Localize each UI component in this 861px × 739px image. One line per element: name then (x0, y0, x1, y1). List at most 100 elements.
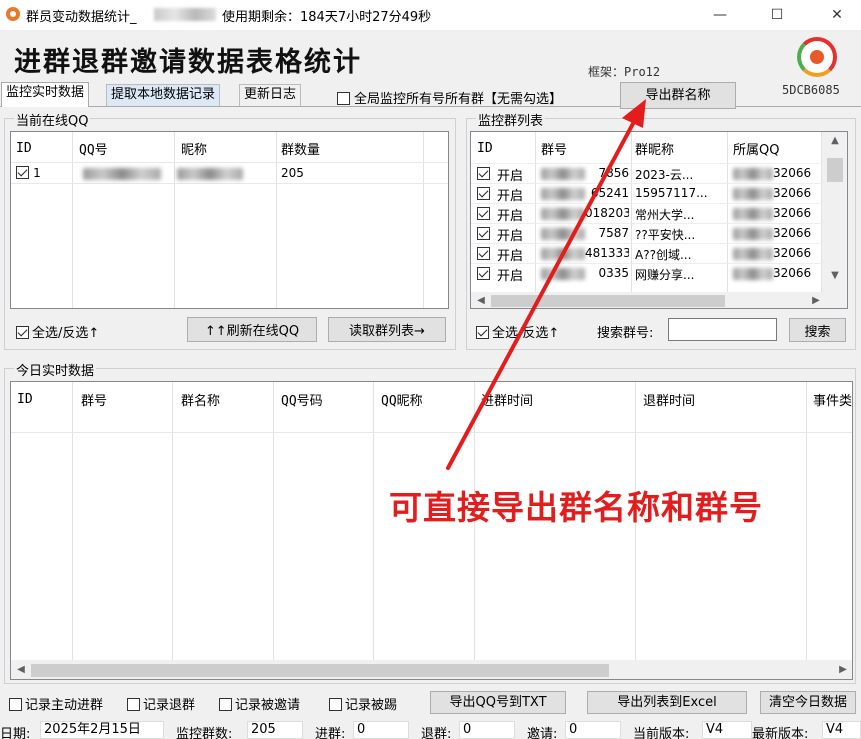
col-group-number[interactable]: 群号 (541, 139, 567, 158)
monitor-select-all[interactable]: 全选/反选↑ (476, 322, 559, 341)
table-row[interactable]: 开启 7856 2023-云... 32066 (471, 163, 822, 184)
tab-realtime-data[interactable]: 监控实时数据 (1, 82, 90, 107)
scroll-down-icon[interactable]: ▼ (824, 270, 846, 281)
checkbox-icon[interactable] (127, 698, 140, 711)
row-owner-qq: 32066 (773, 186, 812, 200)
col-group-number[interactable]: 群号 (81, 390, 107, 409)
row-group-nickname: 15957117... (635, 186, 708, 200)
read-group-list-button[interactable]: 读取群列表→ (328, 317, 446, 342)
table-row[interactable]: 开启 7587 ??平安快... 32066 (471, 223, 822, 244)
col-group-count[interactable]: 群数量 (281, 139, 320, 158)
row-checkbox[interactable] (16, 166, 29, 179)
scroll-up-icon[interactable]: ▲ (824, 135, 846, 146)
row-owner-qq: 32066 (773, 226, 812, 240)
col-group-nickname[interactable]: 群昵称 (635, 139, 674, 158)
redacted-group-number (541, 168, 585, 180)
leave-count-value: 0 (459, 721, 515, 739)
search-button[interactable]: 搜索 (789, 318, 846, 342)
row-status: 开启 (497, 249, 524, 264)
col-leave-time[interactable]: 退群时间 (643, 390, 695, 409)
col-id[interactable]: ID (16, 141, 32, 156)
scroll-right-icon[interactable]: ▶ (837, 664, 849, 675)
redacted-title-part (154, 8, 216, 21)
scroll-thumb[interactable] (827, 158, 843, 182)
annotation-text: 可直接导出群名称和群号 (389, 488, 763, 527)
checkbox-icon[interactable] (9, 698, 22, 711)
col-id[interactable]: ID (477, 141, 493, 156)
clear-today-button[interactable]: 清空今日数据 (760, 691, 856, 714)
row-status: 开启 (497, 169, 524, 184)
minimize-button[interactable]: — (697, 0, 743, 30)
option-record-leave[interactable]: 记录退群 (127, 694, 195, 713)
scroll-right-icon[interactable]: ▶ (809, 295, 823, 306)
scroll-thumb[interactable] (31, 664, 609, 677)
tab-local-records[interactable]: 提取本地数据记录 (106, 84, 221, 106)
checkbox-icon[interactable] (337, 92, 350, 105)
row-checkbox[interactable] (477, 227, 490, 240)
export-group-names-button[interactable]: 导出群名称 (620, 82, 736, 109)
scroll-left-icon[interactable]: ◀ (474, 295, 488, 306)
latest-version-value: V4 (822, 721, 861, 739)
invite-count-label: 邀请: (527, 727, 558, 739)
remaining-time: 使用期剩余：184天7小时27分49秒 (222, 10, 432, 25)
option-record-kicked[interactable]: 记录被踢 (329, 694, 397, 713)
table-row[interactable]: 开启 0182035 常州大学... 32066 (471, 203, 822, 224)
row-checkbox[interactable] (477, 267, 490, 280)
row-group-number: 7856 (598, 166, 629, 180)
online-select-all[interactable]: 全选/反选↑ (16, 322, 99, 341)
refresh-online-qq-button[interactable]: ↑↑刷新在线QQ (187, 317, 317, 342)
checkbox-icon[interactable] (476, 326, 489, 339)
export-qq-txt-button[interactable]: 导出QQ号到TXT (430, 691, 566, 714)
logo (797, 37, 837, 77)
scroll-left-icon[interactable]: ◀ (15, 664, 27, 675)
close-button[interactable]: ✕ (814, 0, 860, 30)
col-qq-number[interactable]: QQ号码 (281, 390, 323, 409)
redacted-owner-qq (733, 248, 773, 260)
col-join-time[interactable]: 进群时间 (481, 390, 533, 409)
monitor-count-value: 205 (247, 721, 303, 739)
col-owner-qq[interactable]: 所属QQ (733, 139, 779, 158)
row-status: 开启 (497, 209, 524, 224)
row-checkbox[interactable] (477, 207, 490, 220)
checkbox-icon[interactable] (16, 326, 29, 339)
col-group-name[interactable]: 群名称 (181, 390, 220, 409)
option-record-active-join[interactable]: 记录主动进群 (9, 694, 103, 713)
redacted-owner-qq (733, 268, 773, 280)
redacted-nickname (177, 168, 243, 180)
monitor-group-table[interactable]: ID 群号 群昵称 所属QQ 开启 7856 2023-云... 32066 开启 652… (470, 131, 848, 309)
col-qq-nickname[interactable]: QQ昵称 (381, 390, 423, 409)
tab-update-log[interactable]: 更新日志 (239, 84, 302, 106)
checkbox-icon[interactable] (219, 698, 232, 711)
row-checkbox[interactable] (477, 167, 490, 180)
redacted-owner-qq (733, 168, 773, 180)
search-label: 搜索群号: (597, 326, 654, 341)
row-checkbox[interactable] (477, 187, 490, 200)
option-record-invited[interactable]: 记录被邀请 (219, 694, 300, 713)
checkbox-icon[interactable] (329, 698, 342, 711)
row-id: 1 (33, 166, 41, 180)
redacted-group-number (541, 188, 585, 200)
row-group-nickname: 网赚分享... (635, 268, 695, 282)
table-row[interactable]: 开启 65241 15957117... 32066 (471, 183, 822, 204)
export-excel-button[interactable]: 导出列表到Excel (587, 691, 747, 714)
today-data-table[interactable]: ID 群号 群名称 QQ号码 QQ昵称 进群时间 退群时间 事件类 ◀ ▶ (10, 381, 853, 680)
scroll-thumb[interactable] (491, 295, 725, 307)
col-event-type[interactable]: 事件类 (813, 390, 852, 409)
maximize-button[interactable]: ☐ (754, 0, 800, 30)
online-qq-table[interactable]: ID QQ号 昵称 群数量 1 205 (10, 131, 449, 309)
row-checkbox[interactable] (477, 247, 490, 260)
vertical-scrollbar[interactable] (822, 132, 847, 292)
redacted-owner-qq (733, 208, 773, 220)
col-nickname[interactable]: 昵称 (181, 139, 207, 158)
row-group-nickname: 2023-云... (635, 168, 694, 182)
table-row[interactable]: 1 (16, 166, 41, 181)
global-monitor-checkbox[interactable]: 全局监控所有号所有群【无需勾选】 (337, 88, 562, 107)
table-row[interactable]: 开启 0335 网赚分享... 32066 (471, 263, 822, 284)
row-owner-qq: 32066 (773, 246, 812, 260)
redacted-qq (83, 168, 161, 180)
table-row[interactable]: 开启 481333 A??创域... 32066 (471, 243, 822, 264)
col-id[interactable]: ID (17, 392, 33, 407)
search-input[interactable] (668, 318, 777, 341)
col-qq[interactable]: QQ号 (79, 139, 108, 158)
window-title: 群员变动数据统计_ (26, 10, 137, 25)
